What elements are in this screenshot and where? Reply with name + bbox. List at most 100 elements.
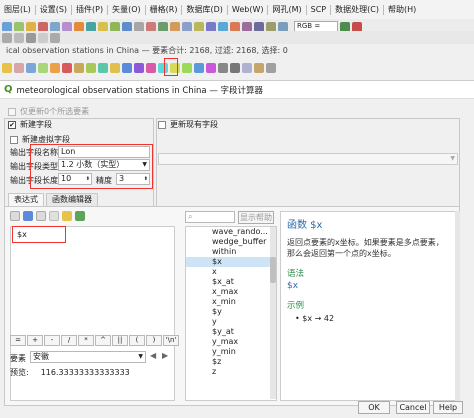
menu-processing[interactable]: 数据处理(C): [331, 4, 383, 15]
add-wms-icon[interactable]: [50, 21, 60, 32]
function-list-item[interactable]: y: [186, 317, 276, 327]
function-list-item[interactable]: x: [186, 267, 276, 277]
add-mesh-icon[interactable]: [62, 21, 72, 32]
scp-band-icon[interactable]: [254, 21, 264, 32]
function-list-item[interactable]: x_max: [186, 287, 276, 297]
delete-feature-icon[interactable]: [62, 62, 72, 73]
help-scrollbar[interactable]: [455, 211, 460, 401]
add-vector-icon[interactable]: [26, 21, 36, 32]
operator-power-button[interactable]: ^: [95, 335, 111, 346]
menu-database[interactable]: 数据库(D): [182, 4, 226, 15]
function-list-scrollbar[interactable]: [270, 227, 276, 399]
add-oracle-icon[interactable]: [170, 21, 180, 32]
zoom-to-icon[interactable]: [194, 62, 204, 73]
export-icon[interactable]: [75, 211, 85, 221]
add-db2-icon[interactable]: [194, 21, 204, 32]
invert-selection-icon[interactable]: [134, 62, 144, 73]
ok-button[interactable]: OK: [358, 401, 390, 414]
add-wcs-icon[interactable]: [206, 21, 216, 32]
add-postgis-icon[interactable]: [86, 21, 96, 32]
add-feature-icon[interactable]: [50, 62, 60, 73]
function-list-item[interactable]: y_max: [186, 337, 276, 347]
menu-raster[interactable]: 栅格(R): [146, 4, 182, 15]
operator-multiply-button[interactable]: *: [78, 335, 94, 346]
scp-roi-icon[interactable]: [266, 21, 276, 32]
menu-mesh[interactable]: 网孔(M): [268, 4, 305, 15]
function-list-item[interactable]: $y_at: [186, 327, 276, 337]
only-selected-checkbox[interactable]: [8, 107, 16, 116]
new-file-icon[interactable]: [10, 211, 20, 221]
next-feature-icon[interactable]: ▶: [162, 351, 168, 360]
cancel-button[interactable]: Cancel: [396, 401, 430, 414]
function-list-item[interactable]: $x_at: [186, 277, 276, 287]
function-list-item[interactable]: wave_rando...: [186, 227, 276, 237]
help-button[interactable]: Help: [433, 401, 463, 414]
add-wfs-icon[interactable]: [122, 21, 132, 32]
previous-feature-icon[interactable]: ◀: [150, 351, 156, 360]
paste-icon[interactable]: [98, 62, 108, 73]
operator-close-paren-button[interactable]: ): [146, 335, 162, 346]
function-list-item[interactable]: $z: [186, 357, 276, 367]
update-field-checkbox[interactable]: [158, 120, 166, 129]
import-icon[interactable]: [62, 211, 72, 221]
scp-stop-icon[interactable]: [352, 21, 362, 32]
existing-field-combo[interactable]: ▼: [158, 153, 458, 165]
menu-vector[interactable]: 矢量(O): [108, 4, 145, 15]
add-vector-tile-icon[interactable]: [218, 21, 228, 32]
digitize-icon[interactable]: [26, 32, 36, 43]
show-help-button[interactable]: 显示帮助: [238, 211, 274, 224]
delete-field-icon[interactable]: [230, 62, 240, 73]
add-spatialite-icon[interactable]: [98, 21, 108, 32]
operator-concat-button[interactable]: ||: [112, 335, 128, 346]
function-list-item[interactable]: wedge_buffer: [186, 237, 276, 247]
scp-classify-icon[interactable]: [278, 21, 288, 32]
select-expression-icon[interactable]: [110, 62, 120, 73]
operator-divide-button[interactable]: /: [61, 335, 77, 346]
function-list-item[interactable]: $x: [186, 257, 276, 267]
copy-icon[interactable]: [86, 62, 96, 73]
tab-function-editor[interactable]: 函数编辑器: [46, 193, 98, 206]
function-list-item[interactable]: $y: [186, 307, 276, 317]
feature-combo[interactable]: 安徽 ▼: [30, 351, 146, 363]
virtual-field-checkbox[interactable]: [10, 135, 18, 144]
new-layer-icon[interactable]: [14, 21, 24, 32]
function-search-input[interactable]: ⌕: [185, 211, 235, 223]
save-edits-icon[interactable]: [26, 62, 36, 73]
reload-icon[interactable]: [38, 62, 48, 73]
add-delimited-icon[interactable]: [74, 21, 84, 32]
scp-tool-icon[interactable]: [242, 21, 252, 32]
deselect-icon[interactable]: [146, 62, 156, 73]
toggle-editing-icon[interactable]: [2, 62, 12, 73]
scrollbar-thumb[interactable]: [270, 257, 276, 283]
field-calculator-icon[interactable]: [254, 62, 264, 73]
add-xyz-icon[interactable]: [134, 21, 144, 32]
function-list-item[interactable]: y_min: [186, 347, 276, 357]
copy-cells-icon[interactable]: [206, 62, 216, 73]
operator-open-paren-button[interactable]: (: [129, 335, 145, 346]
menu-layer[interactable]: 图层(L): [0, 4, 35, 15]
multi-edit-icon[interactable]: [14, 62, 24, 73]
menu-plugins[interactable]: 插件(P): [72, 4, 107, 15]
operator-plus-button[interactable]: +: [27, 335, 43, 346]
save-edits-icon[interactable]: [14, 32, 24, 43]
function-list-item[interactable]: z: [186, 367, 276, 377]
cut-icon[interactable]: [74, 62, 84, 73]
move-feature-icon[interactable]: [38, 32, 48, 43]
conditional-format-icon[interactable]: [242, 62, 252, 73]
vertex-tool-icon[interactable]: [50, 32, 60, 43]
menu-settings[interactable]: 设置(S): [36, 4, 71, 15]
function-list-item[interactable]: within: [186, 247, 276, 257]
add-arcgis-icon[interactable]: [146, 21, 156, 32]
add-gpx-icon[interactable]: [158, 21, 168, 32]
edit-layer-icon[interactable]: [2, 32, 12, 43]
add-mssql-icon[interactable]: [182, 21, 192, 32]
new-field-icon[interactable]: [218, 62, 228, 73]
menu-scp[interactable]: SCP: [307, 5, 331, 14]
operator-equals-button[interactable]: =: [10, 335, 26, 346]
clear-icon[interactable]: [36, 211, 46, 221]
open-project-icon[interactable]: [2, 21, 12, 32]
function-list-item[interactable]: x_min: [186, 297, 276, 307]
pan-to-icon[interactable]: [182, 62, 192, 73]
menu-web[interactable]: Web(W): [228, 5, 268, 14]
scp-zoom-icon[interactable]: [340, 21, 350, 32]
